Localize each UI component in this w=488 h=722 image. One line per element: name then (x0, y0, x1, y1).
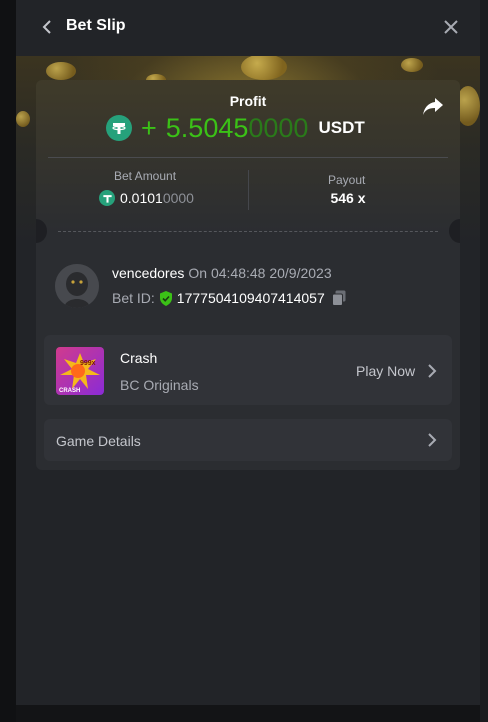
copy-button[interactable] (331, 290, 346, 306)
shield-check-icon (159, 290, 173, 306)
play-now-link[interactable]: Play Now (356, 363, 415, 379)
close-icon (444, 20, 458, 34)
chevron-right-icon (428, 364, 437, 378)
column-divider (248, 170, 249, 210)
crash-game-thumbnail: 999x CRASH (56, 347, 104, 395)
profit-amount: + 5.5045 0000 USDT (106, 112, 365, 144)
username[interactable]: vencedores (112, 265, 184, 281)
divider (48, 157, 448, 158)
bet-id-row: Bet ID: 1777504109407414057 (112, 290, 346, 306)
bet-amount-trailing: 0000 (162, 190, 194, 206)
back-button[interactable] (38, 16, 56, 38)
bet-timestamp: On 04:48:48 20/9/2023 (188, 265, 332, 281)
bet-id-value: 1777504109407414057 (176, 290, 325, 306)
tether-icon (99, 190, 115, 206)
page-title: Bet Slip (66, 17, 126, 34)
thumb-text: CRASH (59, 388, 80, 394)
game-provider: BC Originals (120, 377, 199, 393)
bet-card: Profit + 5.5045 0000 USDT Bet Amount 0.01… (36, 80, 460, 470)
game-details-label: Game Details (56, 433, 141, 449)
ticket-notch-right (449, 219, 460, 243)
bet-amount-label: Bet Amount (114, 169, 177, 183)
copy-icon (331, 290, 346, 306)
game-card[interactable]: 999x CRASH Crash BC Originals Play Now (44, 335, 452, 405)
profit-value-trailing: 0000 (248, 112, 309, 143)
close-button[interactable] (440, 16, 462, 38)
profit-currency: USDT (318, 118, 365, 137)
bet-slip-panel: Bet Slip Profit + 5.5045 0000 USDT Bet Am… (16, 0, 480, 705)
bet-amount-number: 0.0101 (120, 190, 163, 206)
avatar (55, 264, 99, 308)
user-info: vencedores On 04:48:48 20/9/2023 (112, 265, 332, 281)
header-bar: Bet Slip (16, 0, 480, 56)
profit-label: Profit (229, 93, 267, 109)
profit-sign: + (141, 112, 157, 143)
coin-decoration (46, 62, 76, 80)
background-left-edge (0, 0, 16, 722)
profit-value: 5.5045 (165, 112, 249, 143)
payout-label: Payout (328, 173, 366, 187)
bet-amount-value: 0.0101 0000 (99, 190, 194, 206)
coin-decoration (241, 54, 287, 80)
background-bottom-edge (16, 705, 480, 722)
tether-icon (106, 115, 132, 141)
thumb-badge: 999x (80, 360, 96, 367)
chevron-right-icon (428, 433, 437, 447)
background-right-edge (480, 0, 488, 722)
coin-decoration (401, 58, 423, 72)
payout-value: 546 x (330, 190, 366, 206)
game-name: Crash (120, 350, 158, 366)
dashed-separator (58, 231, 438, 232)
coin-decoration (16, 111, 30, 127)
game-details-button[interactable]: Game Details (44, 419, 452, 461)
back-arrow-icon (42, 20, 51, 34)
bet-id-label: Bet ID: (112, 290, 155, 306)
